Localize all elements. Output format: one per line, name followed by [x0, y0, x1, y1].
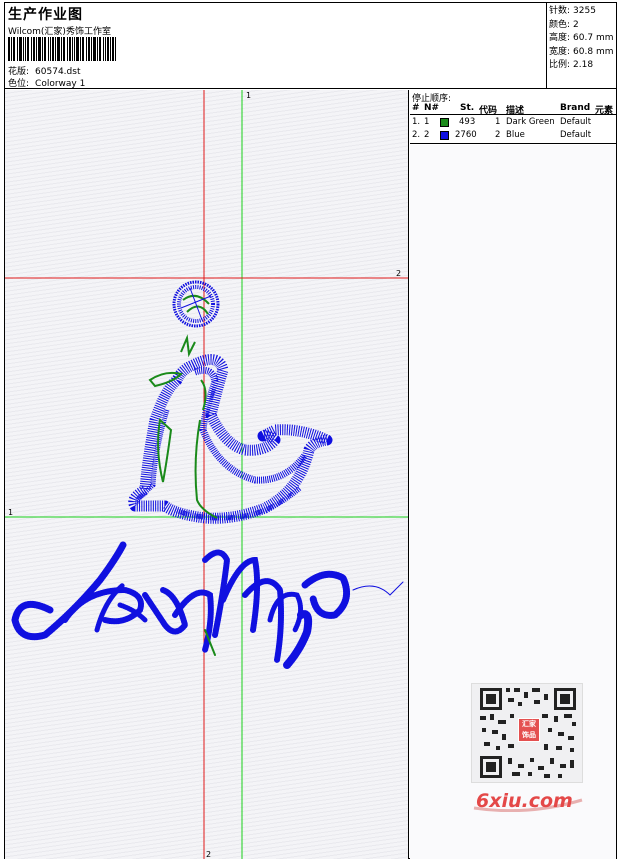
ball-motif — [172, 280, 220, 328]
col-n: N# — [424, 103, 440, 113]
swatch-dark-green — [440, 118, 449, 127]
colorway-line: 色位: Colorway 1 — [8, 76, 85, 89]
embroidery-design: 1 1 2 2 — [5, 90, 408, 859]
seal-green-details — [148, 334, 218, 519]
sheet-title: 生产作业图 — [8, 7, 83, 23]
swatch-blue — [440, 131, 449, 140]
stat-stitches: 针数: 3255 — [549, 6, 596, 16]
col-hash: # — [412, 103, 420, 113]
col-brand: Brand — [560, 103, 591, 113]
col-code: 代码 — [479, 106, 498, 116]
company-name: Wilcom(汇家)秀饰工作室 — [8, 27, 111, 37]
green-left-label: 1 — [8, 508, 13, 517]
stop-sequence-header: # N# St. 代码 描述 Brand 元素 — [410, 103, 616, 116]
stop-sequence-panel: 停止顺序: # N# St. 代码 描述 Brand 元素 1. 1 493 1… — [410, 90, 616, 144]
colorway-label: 色位: — [8, 79, 30, 89]
green-top-label: 1 — [246, 91, 251, 100]
stop-row-1: 1. 1 493 1 Dark Green Default — [412, 117, 592, 127]
watermark-text: 6xiu.com — [476, 790, 573, 812]
stat-colors: 颜色: 2 — [549, 19, 579, 30]
col-stitches: St. — [460, 103, 475, 113]
stat-height: 高度: 60.7 mm — [549, 33, 614, 43]
sheet-header: 生产作业图 Wilcom(汇家)秀饰工作室 花版: 60574.dst 色位: … — [5, 3, 616, 89]
colorway-value: Colorway 1 — [35, 79, 86, 89]
header-info: 生产作业图 Wilcom(汇家)秀饰工作室 花版: 60574.dst 色位: … — [5, 3, 547, 89]
stop-row-2: 2. 2 2760 2 Blue Default — [412, 130, 592, 140]
col-element: 元素 — [595, 106, 614, 116]
barcode-icon — [8, 37, 116, 61]
script-lettering — [11, 541, 404, 669]
stat-width: 宽度: 60.8 mm — [549, 46, 614, 57]
red-bottom-label: 2 — [206, 850, 211, 859]
red-right-label: 2 — [396, 269, 401, 278]
qr-center-logo: 汇家 饰品 — [518, 718, 540, 742]
col-description: 描述 — [506, 106, 525, 116]
stats-block: 针数: 3255 颜色: 2 高度: 60.7 mm 宽度: 60.8 mm 比例: 2.… — [549, 5, 615, 73]
stat-scale: 比例: 2.18 — [549, 60, 594, 70]
design-canvas: 1 1 2 2 — [5, 90, 409, 859]
